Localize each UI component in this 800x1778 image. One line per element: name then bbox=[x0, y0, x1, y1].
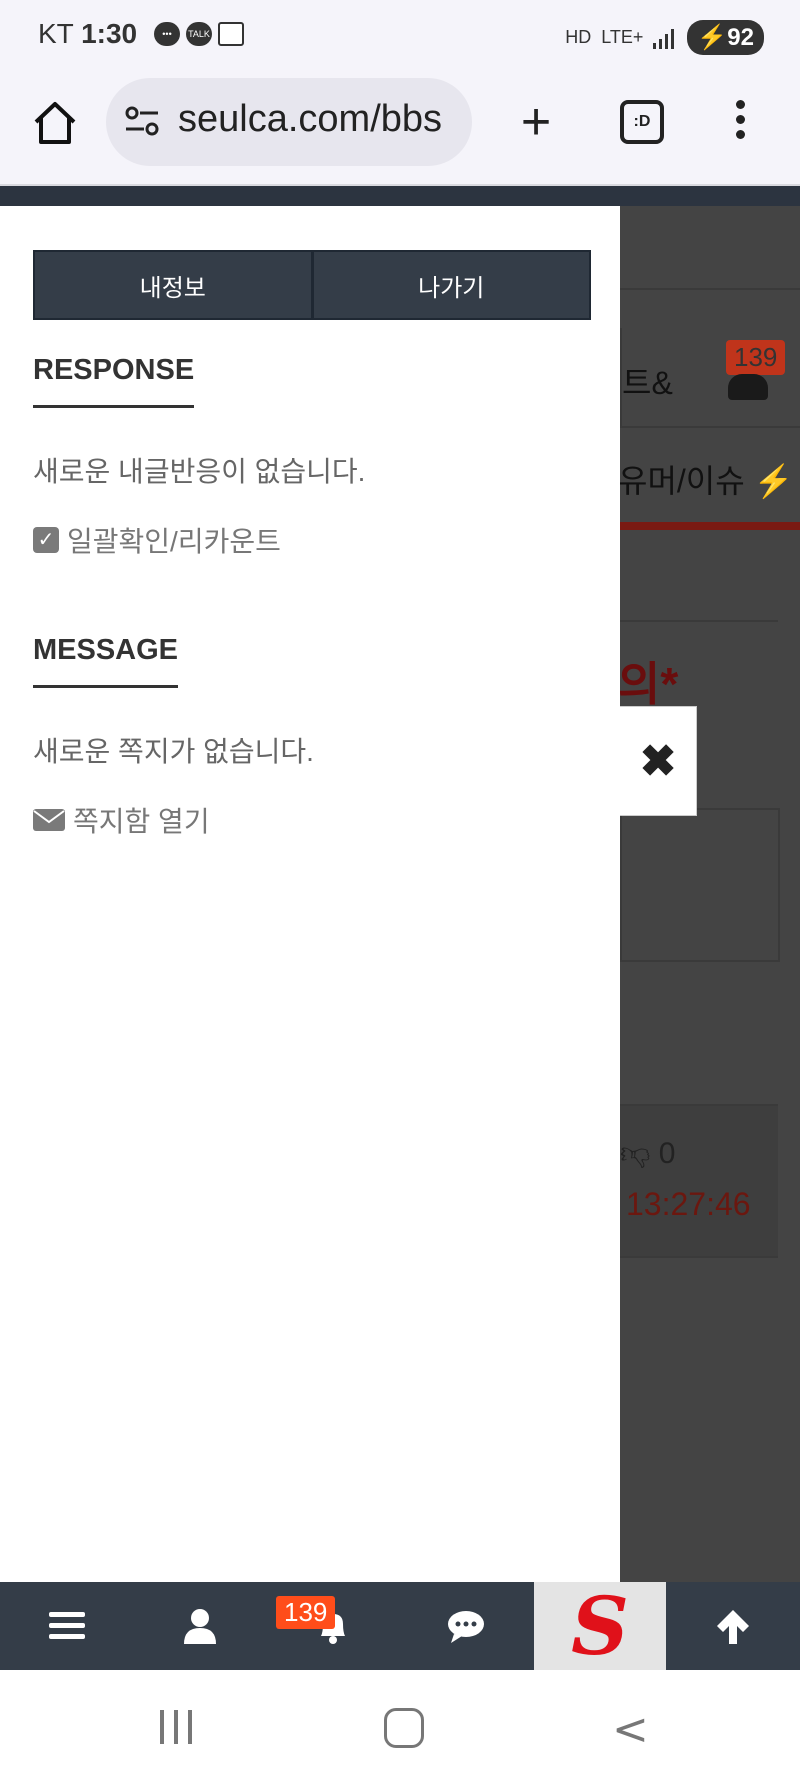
chat-button[interactable] bbox=[399, 1582, 532, 1670]
signal-icon bbox=[653, 28, 675, 49]
bg-content-box bbox=[620, 808, 780, 962]
bg-dislike: 👎︎ 0 bbox=[620, 1136, 675, 1172]
response-section-title: RESPONSE bbox=[33, 354, 195, 408]
url-text[interactable]: seulca.com/bbs bbox=[178, 98, 458, 141]
bg-post-card bbox=[620, 1104, 778, 1258]
status-left: KT 1:30 bbox=[38, 18, 137, 50]
more-menu-icon[interactable] bbox=[730, 96, 750, 146]
scroll-top-button[interactable] bbox=[666, 1582, 799, 1670]
recount-link[interactable]: ✓ 일괄확인/리카운트 bbox=[33, 520, 281, 560]
checkbox-icon: ✓ bbox=[33, 527, 59, 553]
bg-post-title: 의* bbox=[618, 658, 679, 710]
clock: 1:30 bbox=[81, 18, 138, 49]
side-drawer: 내정보 나가기 RESPONSE 새로운 내글반응이 없습니다. ✓ 일괄확인/… bbox=[0, 206, 620, 1582]
menu-button[interactable] bbox=[0, 1582, 133, 1670]
kakao-talk-icon: TALK bbox=[186, 22, 212, 46]
hamburger-icon bbox=[48, 1612, 85, 1639]
bottom-nav bbox=[0, 1582, 800, 1670]
network-label: LTE+ bbox=[601, 27, 644, 47]
account-button-row: 내정보 나가기 bbox=[33, 250, 591, 320]
recent-apps-icon[interactable] bbox=[160, 1710, 192, 1744]
system-nav-bar: < bbox=[0, 1670, 800, 1778]
back-icon[interactable]: < bbox=[612, 1704, 649, 1755]
address-bar[interactable]: seulca.com/bbs bbox=[106, 78, 472, 166]
home-button-icon[interactable] bbox=[384, 1708, 424, 1748]
site-header-strip bbox=[0, 186, 800, 206]
logout-button[interactable]: 나가기 bbox=[310, 252, 589, 318]
site-settings-icon[interactable] bbox=[124, 105, 162, 137]
open-inbox-link[interactable]: 쪽지함 열기 bbox=[33, 800, 210, 840]
message-section-title: MESSAGE bbox=[33, 634, 179, 688]
bg-timestamp: 13:27:46 bbox=[626, 1186, 751, 1222]
hd-voice-icon: HD bbox=[565, 27, 592, 47]
bg-divider bbox=[620, 288, 800, 290]
envelope-icon bbox=[33, 809, 65, 831]
browser-toolbar: seulca.com/bbs + :D bbox=[0, 72, 800, 186]
user-icon bbox=[183, 1609, 216, 1644]
page-content: 트& 139 유머/이슈 ⚡ 의* 👎︎ 0 13:27:46 내정보 나가기 … bbox=[0, 186, 800, 1582]
chat-bubble-icon: ••• bbox=[154, 22, 180, 46]
response-empty-text: 새로운 내글반응이 없습니다. bbox=[33, 456, 366, 487]
bg-bell-icon bbox=[728, 374, 768, 400]
battery-indicator: ⚡92 bbox=[687, 20, 764, 55]
drawer-close-button[interactable]: ✖ bbox=[620, 706, 697, 816]
open-inbox-label[interactable]: 쪽지함 열기 bbox=[73, 800, 210, 840]
bg-divider bbox=[620, 620, 778, 622]
my-info-button[interactable]: 내정보 bbox=[35, 252, 311, 318]
site-logo: S bbox=[571, 1579, 629, 1673]
bg-active-tab-bar bbox=[620, 522, 800, 530]
battery-level: 92 bbox=[727, 24, 754, 51]
status-right: HD LTE+ ⚡92 bbox=[565, 20, 764, 55]
home-icon[interactable] bbox=[30, 98, 80, 148]
recount-label[interactable]: 일괄확인/리카운트 bbox=[67, 520, 281, 560]
site-logo-button[interactable]: S bbox=[534, 1582, 666, 1670]
new-tab-icon[interactable]: + bbox=[506, 92, 566, 152]
tab-switcher-button[interactable]: :D bbox=[620, 100, 664, 144]
bg-divider bbox=[620, 426, 800, 428]
chat-bubble-icon bbox=[447, 1611, 484, 1643]
thumbs-down-icon: 👎︎ bbox=[620, 1137, 651, 1170]
close-icon[interactable]: ✖ bbox=[620, 707, 696, 815]
profile-button[interactable] bbox=[133, 1582, 266, 1670]
status-bar: KT 1:30 ••• TALK HD LTE+ ⚡92 bbox=[0, 0, 800, 72]
calendar-icon bbox=[218, 22, 244, 46]
notification-icons: ••• TALK bbox=[154, 22, 244, 46]
bg-dislike-count: 0 bbox=[658, 1137, 676, 1170]
bg-notification-badge: 139 bbox=[726, 340, 786, 375]
bg-humor-tab: 유머/이슈 ⚡ bbox=[618, 463, 794, 499]
message-empty-text: 새로운 쪽지가 없습니다. bbox=[33, 736, 314, 767]
bg-category-tab: 트& bbox=[622, 365, 673, 401]
arrow-up-icon bbox=[716, 1610, 749, 1644]
notification-count-badge: 139 bbox=[276, 1596, 336, 1629]
carrier-label: KT bbox=[38, 18, 74, 49]
